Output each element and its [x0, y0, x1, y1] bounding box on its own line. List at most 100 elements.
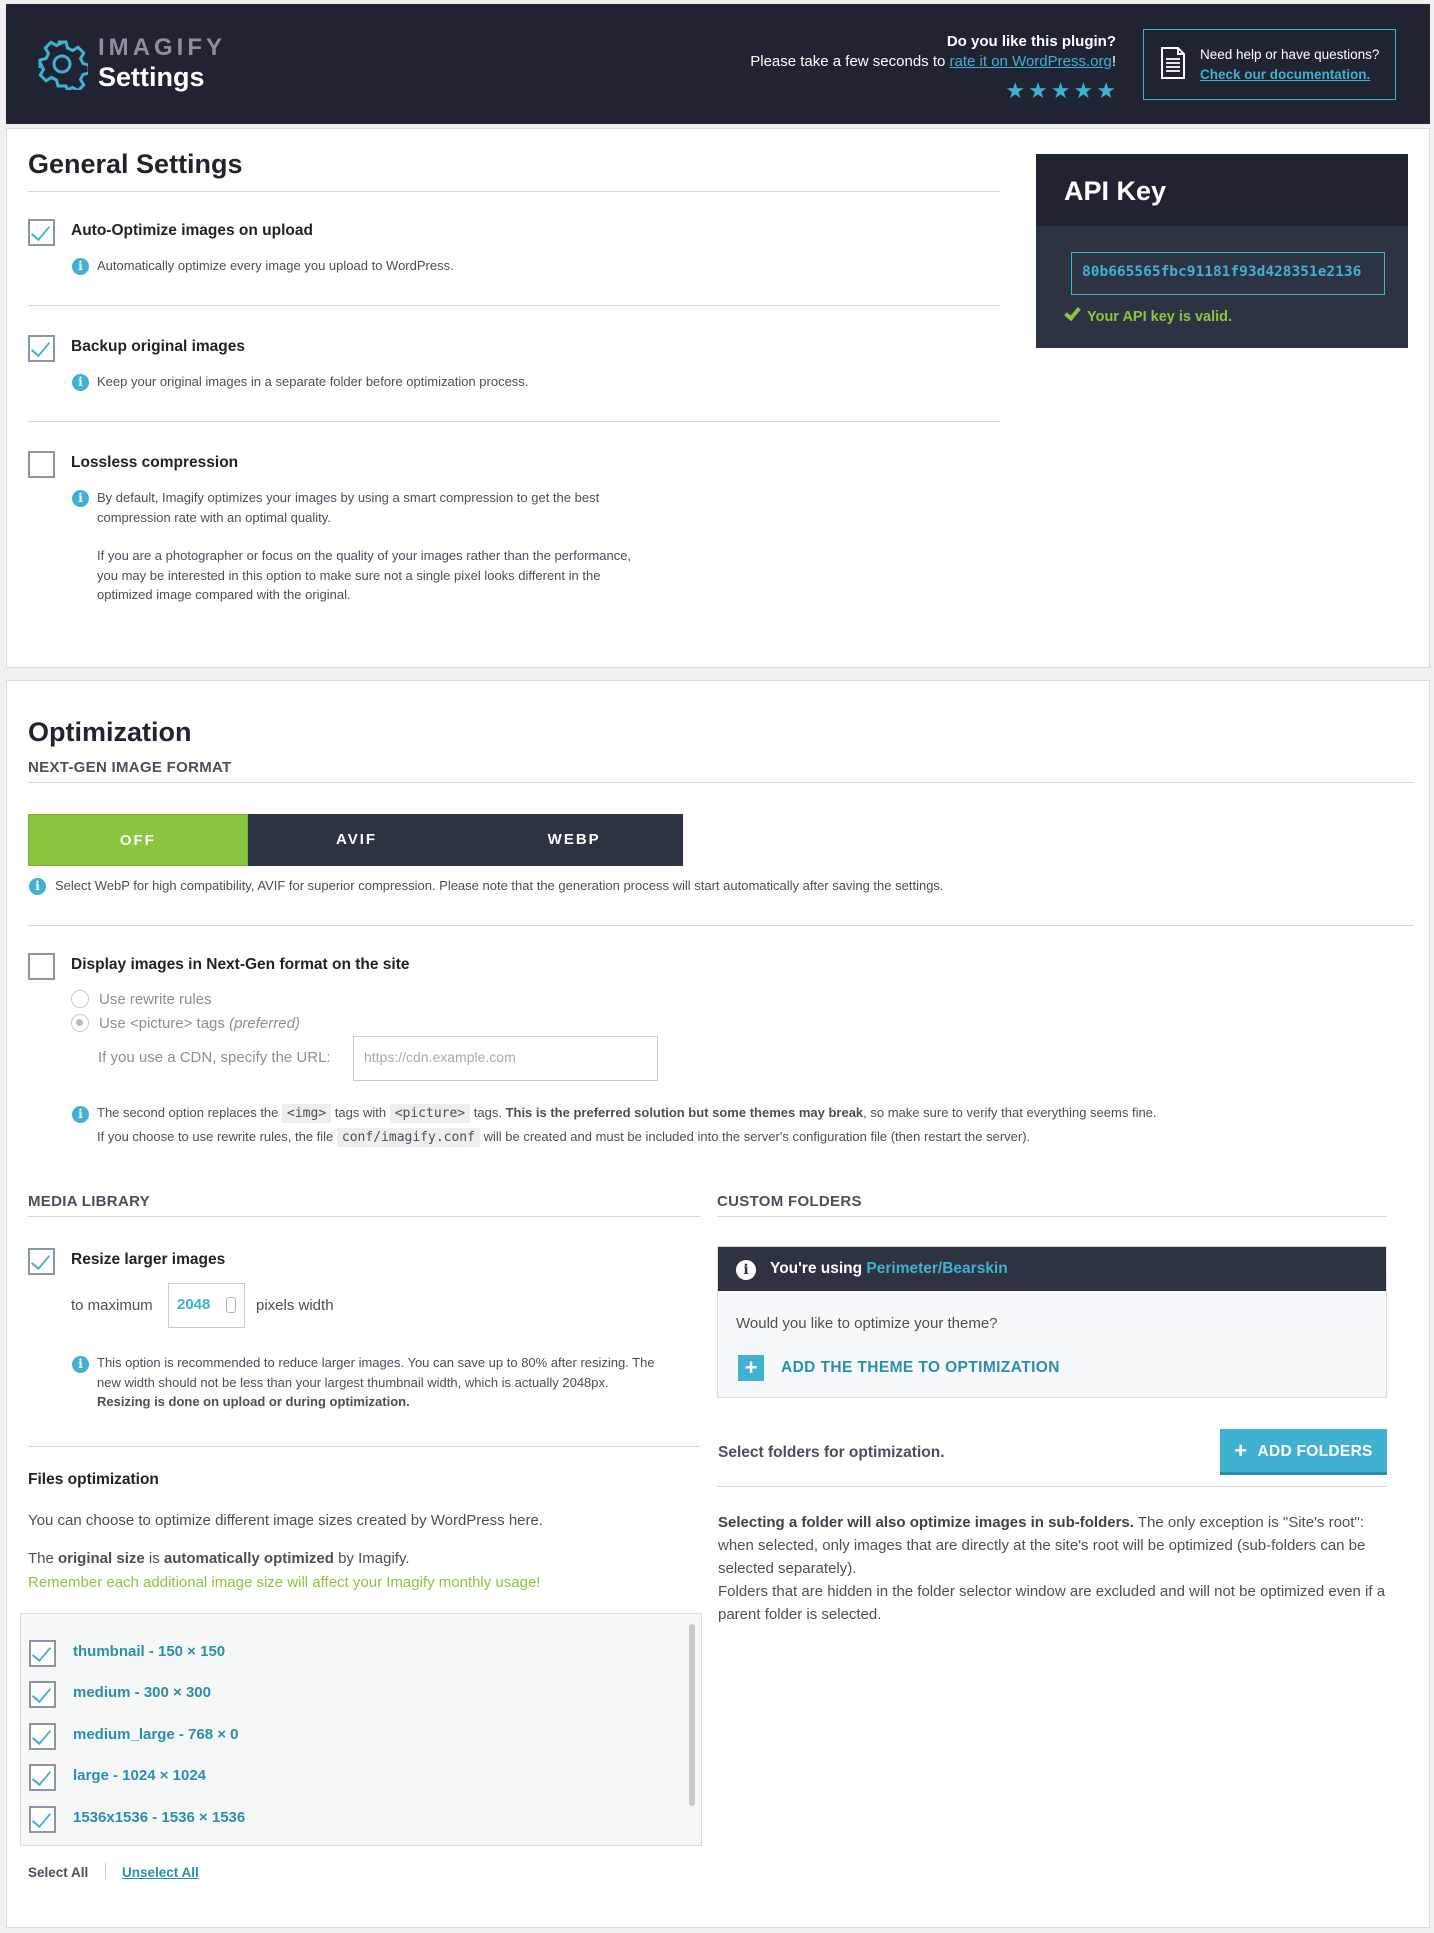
- size-label[interactable]: medium - 300 × 300: [73, 1684, 211, 1701]
- check-icon: [30, 1249, 51, 1271]
- image-sizes-list[interactable]: thumbnail - 150 × 150 medium - 300 × 300…: [20, 1613, 702, 1846]
- api-key-input[interactable]: 80b665565fbc91181f93d428351e2136: [1071, 252, 1385, 295]
- check-icon: [31, 1682, 52, 1704]
- custom-folders-text2: Folders that are hidden in the folder se…: [718, 1583, 1386, 1623]
- help-text: Need help or have questions?: [1200, 47, 1380, 62]
- star-icon[interactable]: ★: [1028, 80, 1048, 102]
- usage-warning: Remember each additional image size will…: [28, 1574, 541, 1591]
- note-text: If you choose to use rewrite rules, the …: [97, 1129, 337, 1144]
- resize-note-line: This option is recommended to reduce lar…: [97, 1355, 655, 1370]
- theme-name: Perimeter/Bearskin: [866, 1260, 1008, 1277]
- original-size-note: The original size is automatically optim…: [28, 1550, 410, 1567]
- star-icon[interactable]: ★: [1074, 80, 1094, 102]
- media-library-heading: MEDIA LIBRARY: [28, 1193, 150, 1210]
- nextgen-heading: NEXT-GEN IMAGE FORMAT: [28, 759, 232, 776]
- custom-folders-heading: CUSTOM FOLDERS: [717, 1193, 862, 1210]
- format-webp-option[interactable]: WEBP: [465, 814, 683, 866]
- display-nextgen-checkbox[interactable]: [28, 953, 55, 980]
- backup-checkbox[interactable]: [28, 335, 55, 362]
- add-theme-button[interactable]: ADD THE THEME TO OPTIMIZATION: [781, 1359, 1060, 1377]
- cdn-label: If you use a CDN, specify the URL:: [98, 1049, 331, 1066]
- imagify-logo: IMAGIFY: [98, 34, 226, 61]
- page-title: Settings: [98, 62, 205, 92]
- info-icon: i: [72, 374, 89, 391]
- optimization-panel: Optimization NEXT-GEN IMAGE FORMAT OFF A…: [6, 680, 1430, 1928]
- add-folders-button[interactable]: + ADD FOLDERS: [1220, 1429, 1387, 1475]
- size-checkbox[interactable]: [29, 1640, 56, 1667]
- add-folders-label: ADD FOLDERS: [1257, 1443, 1373, 1460]
- nextgen-format-toggle[interactable]: OFF AVIF WEBP: [28, 814, 683, 866]
- header-bar: IMAGIFY Settings Do you like this plugin…: [6, 4, 1430, 124]
- lossless-desc-line: If you are a photographer or focus on th…: [97, 548, 632, 563]
- gear-icon: [38, 40, 88, 90]
- spinner-icon[interactable]: [226, 1297, 236, 1313]
- size-checkbox[interactable]: [29, 1681, 56, 1708]
- format-note: Select WebP for high compatibility, AVIF…: [55, 878, 944, 893]
- note-text: , so make sure to verify that everything…: [863, 1105, 1157, 1120]
- orig-text: by Imagify.: [333, 1550, 410, 1567]
- api-key-header: API Key: [1036, 154, 1408, 226]
- check-icon: [31, 1807, 52, 1829]
- note-text: The second option replaces the: [97, 1105, 283, 1120]
- resize-checkbox[interactable]: [28, 1248, 55, 1275]
- resize-label: Resize larger images: [71, 1251, 226, 1268]
- star-icon[interactable]: ★: [1051, 80, 1071, 102]
- rate-prefix: Please take a few seconds to: [750, 53, 950, 70]
- lossless-desc: By default, Imagify optimizes your image…: [97, 488, 631, 605]
- info-icon: i: [72, 1356, 89, 1373]
- info-icon: i: [72, 490, 89, 507]
- nextgen-note-line2: If you choose to use rewrite rules, the …: [97, 1125, 1157, 1149]
- orig-bold: automatically optimized: [163, 1550, 334, 1567]
- custom-folders-para1: Selecting a folder will also optimize im…: [718, 1511, 1398, 1580]
- lossless-checkbox[interactable]: [28, 451, 55, 478]
- info-icon: i: [72, 1106, 89, 1123]
- plus-icon: +: [1234, 1438, 1248, 1463]
- documentation-link[interactable]: Check our documentation.: [1200, 67, 1370, 82]
- auto-optimize-checkbox[interactable]: [28, 219, 55, 246]
- size-label[interactable]: medium_large - 768 × 0: [73, 1726, 239, 1743]
- api-key-status-text: Your API key is valid.: [1087, 309, 1233, 325]
- cdn-url-input[interactable]: https://cdn.example.com: [353, 1036, 658, 1081]
- plus-icon[interactable]: +: [738, 1355, 764, 1381]
- rewrite-rules-radio[interactable]: [71, 990, 89, 1008]
- rewrite-rules-label: Use rewrite rules: [99, 991, 212, 1008]
- info-icon: i: [72, 258, 89, 275]
- size-label[interactable]: 1536x1536 - 1536 × 1536: [73, 1809, 245, 1826]
- pixels-width-label: pixels width: [256, 1297, 334, 1314]
- size-label[interactable]: thumbnail - 150 × 150: [73, 1643, 225, 1660]
- rate-suffix: !: [1111, 53, 1116, 70]
- divider: [717, 1216, 1387, 1217]
- divider: [717, 1486, 1387, 1487]
- star-icon[interactable]: ★: [1096, 80, 1116, 102]
- documentation-box[interactable]: Need help or have questions? Check our d…: [1143, 29, 1396, 100]
- link-divider: [105, 1863, 106, 1879]
- orig-text: is: [144, 1550, 164, 1567]
- rate-plugin-box: Do you like this plugin? Please take a f…: [750, 32, 1116, 72]
- format-avif-option[interactable]: AVIF: [248, 814, 466, 866]
- picture-tags-radio[interactable]: [71, 1014, 89, 1032]
- scrollbar[interactable]: [689, 1624, 695, 1806]
- rating-stars[interactable]: ★ ★ ★ ★ ★: [1005, 80, 1116, 102]
- star-icon[interactable]: ★: [1005, 80, 1025, 102]
- select-all-link[interactable]: Select All: [28, 1865, 88, 1880]
- lossless-desc-line: you may be interested in this option to …: [97, 567, 601, 583]
- rate-link[interactable]: rate it on WordPress.org: [950, 53, 1112, 70]
- picture-tags-text: Use <picture> tags: [99, 1015, 230, 1032]
- format-off-option[interactable]: OFF: [28, 814, 248, 866]
- size-label[interactable]: large - 1024 × 1024: [73, 1767, 206, 1784]
- unselect-all-link[interactable]: Unselect All: [122, 1865, 199, 1880]
- preferred-text: (preferred): [229, 1015, 300, 1032]
- size-checkbox[interactable]: [29, 1764, 56, 1791]
- auto-optimize-label: Auto-Optimize images on upload: [71, 222, 313, 239]
- nextgen-note-line1: The second option replaces the <img> tag…: [97, 1101, 1157, 1125]
- size-checkbox[interactable]: [29, 1723, 56, 1750]
- size-checkbox[interactable]: [29, 1806, 56, 1833]
- info-icon: i: [736, 1260, 756, 1280]
- api-key-title: API Key: [1064, 176, 1167, 206]
- note-text: will be created and must be included int…: [479, 1129, 1031, 1144]
- files-optimization-heading: Files optimization: [28, 1471, 159, 1488]
- general-settings-title: General Settings: [28, 149, 243, 179]
- resize-note-line: new width should not be less than your l…: [97, 1374, 609, 1390]
- max-width-input[interactable]: 2048: [168, 1283, 245, 1328]
- theme-box-header: i You're using Perimeter/Bearskin: [718, 1247, 1386, 1291]
